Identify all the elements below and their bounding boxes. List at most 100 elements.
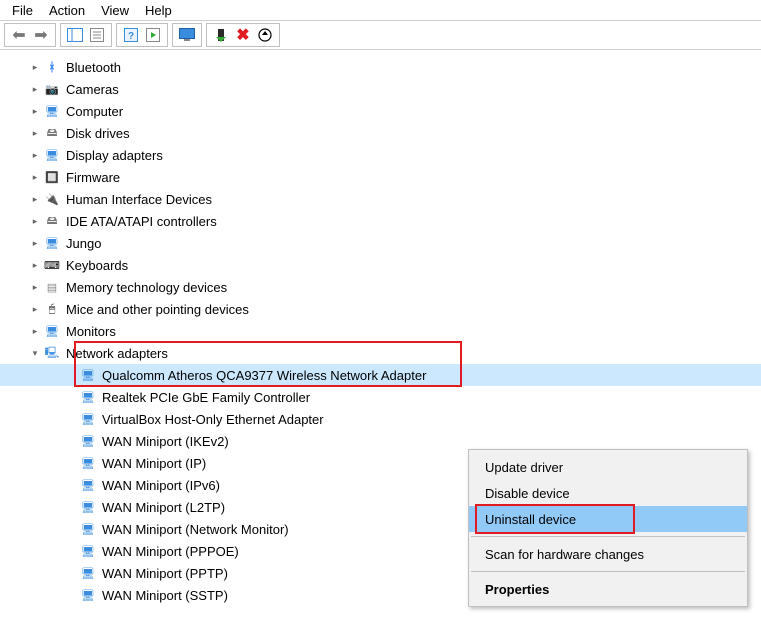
twisty-closed-icon[interactable]: ▸ — [28, 126, 42, 140]
delete-x-icon: ✖ — [236, 25, 249, 45]
arrow-right-icon: ➡ — [34, 25, 47, 45]
ide-icon — [44, 213, 60, 229]
tree-item-label: Jungo — [66, 236, 101, 251]
tree-item-network-adapter[interactable]: Realtek PCIe GbE Family Controller — [0, 386, 761, 408]
tree-category-hid[interactable]: ▸ Human Interface Devices — [0, 188, 761, 210]
tree-item-label: Bluetooth — [66, 60, 121, 75]
context-menu-scan-for-hardware-changes[interactable]: Scan for hardware changes — [469, 541, 747, 567]
jungo-icon — [44, 235, 60, 251]
tree-item-label: Computer — [66, 104, 123, 119]
twisty-closed-icon[interactable]: ▸ — [28, 258, 42, 272]
panel-icon — [67, 28, 83, 42]
menu-view[interactable]: View — [93, 1, 137, 20]
tree-item-label: Mice and other pointing devices — [66, 302, 249, 317]
tree-category-computer[interactable]: ▸ Computer — [0, 100, 761, 122]
context-menu-separator — [471, 536, 745, 537]
context-menu-item-label: Update driver — [485, 460, 563, 475]
tree-item-label: WAN Miniport (SSTP) — [102, 588, 228, 603]
twisty-closed-icon[interactable]: ▸ — [28, 324, 42, 338]
tree-item-label: Network adapters — [66, 346, 168, 361]
help-icon: ? — [124, 28, 138, 42]
update-driver-button[interactable] — [254, 24, 276, 46]
bluetooth-icon: ᚼ — [44, 59, 60, 75]
toolbar: ⬅ ➡ ? ✖ — [0, 20, 761, 50]
context-menu-update-driver[interactable]: Update driver — [469, 454, 747, 480]
tree-item-label: WAN Miniport (IP) — [102, 456, 206, 471]
tree-category-display[interactable]: ▸Display adapters — [0, 144, 761, 166]
twisty-closed-icon[interactable]: ▸ — [28, 236, 42, 250]
network-adapter-icon — [80, 411, 96, 427]
tree-category-bluetooth[interactable]: ▸ᚼ Bluetooth — [0, 56, 761, 78]
hid-icon — [44, 191, 60, 207]
tree-category-ide[interactable]: ▸IDE ATA/ATAPI controllers — [0, 210, 761, 232]
context-menu-item-label: Uninstall device — [485, 512, 576, 527]
arrow-left-icon: ⬅ — [12, 25, 25, 45]
properties-icon — [90, 28, 104, 42]
context-menu-item-label: Scan for hardware changes — [485, 547, 644, 562]
twisty-closed-icon[interactable]: ▸ — [28, 60, 42, 74]
enable-icon — [214, 28, 228, 42]
tree-item-label: WAN Miniport (PPTP) — [102, 566, 228, 581]
tree-category-mice[interactable]: ▸ Mice and other pointing devices — [0, 298, 761, 320]
update-circle-icon — [258, 28, 272, 42]
context-menu-disable-device[interactable]: Disable device — [469, 480, 747, 506]
menu-help[interactable]: Help — [137, 1, 180, 20]
tree-item-label: WAN Miniport (PPPOE) — [102, 544, 239, 559]
scan-hardware-button[interactable] — [176, 24, 198, 46]
twisty-closed-icon[interactable]: ▸ — [28, 170, 42, 184]
help-button[interactable]: ? — [120, 24, 142, 46]
network-adapter-icon — [80, 521, 96, 537]
tree-item-network-adapter[interactable]: Qualcomm Atheros QCA9377 Wireless Networ… — [0, 364, 761, 386]
tree-item-label: Qualcomm Atheros QCA9377 Wireless Networ… — [102, 368, 426, 383]
nav-forward-button[interactable]: ➡ — [30, 24, 52, 46]
twisty-open-icon[interactable]: ▾ — [28, 346, 42, 360]
network-adapter-icon — [80, 455, 96, 471]
tree-category-memory[interactable]: ▸Memory technology devices — [0, 276, 761, 298]
enable-device-button[interactable] — [210, 24, 232, 46]
twisty-closed-icon[interactable]: ▸ — [28, 192, 42, 206]
network-adapter-icon — [80, 587, 96, 603]
show-hide-console-tree-button[interactable] — [64, 24, 86, 46]
tree-category-jungo[interactable]: ▸ Jungo — [0, 232, 761, 254]
network-adapter-icon — [80, 367, 96, 383]
uninstall-device-button[interactable]: ✖ — [232, 24, 254, 46]
tree-item-label: WAN Miniport (IKEv2) — [102, 434, 229, 449]
cameras-icon — [44, 81, 60, 97]
tree-item-label: Keyboards — [66, 258, 128, 273]
action-button[interactable] — [142, 24, 164, 46]
context-menu: Update driver Disable device Uninstall dev… — [468, 449, 748, 607]
tree-item-label: Human Interface Devices — [66, 192, 212, 207]
twisty-closed-icon[interactable]: ▸ — [28, 148, 42, 162]
tree-category-disk[interactable]: ▸ Disk drives — [0, 122, 761, 144]
tree-category-monitors[interactable]: ▸Monitors — [0, 320, 761, 342]
twisty-closed-icon[interactable]: ▸ — [28, 280, 42, 294]
context-menu-properties[interactable]: Properties — [469, 576, 747, 602]
twisty-closed-icon[interactable]: ▸ — [28, 214, 42, 228]
mice-icon — [44, 301, 60, 317]
tree-item-label: Cameras — [66, 82, 119, 97]
twisty-closed-icon[interactable]: ▸ — [28, 302, 42, 316]
tree-item-label: WAN Miniport (Network Monitor) — [102, 522, 289, 537]
network-adapter-icon — [80, 389, 96, 405]
twisty-closed-icon[interactable]: ▸ — [28, 104, 42, 118]
tree-item-label: Disk drives — [66, 126, 130, 141]
context-menu-uninstall-device[interactable]: Uninstall device — [469, 506, 747, 532]
tree-category-network-adapters[interactable]: ▾ Network adapters — [0, 342, 761, 364]
properties-button[interactable] — [86, 24, 108, 46]
tree-category-cameras[interactable]: ▸ Cameras — [0, 78, 761, 100]
tree-category-keyboards[interactable]: ▸ Keyboards — [0, 254, 761, 276]
menu-action[interactable]: Action — [41, 1, 93, 20]
tree-item-network-adapter[interactable]: VirtualBox Host-Only Ethernet Adapter — [0, 408, 761, 430]
scan-monitor-icon — [179, 28, 195, 42]
firmware-icon — [44, 169, 60, 185]
device-tree: ▸ᚼBluetooth▸Cameras▸Computer▸Disk drives… — [0, 50, 761, 631]
menu-file[interactable]: File — [4, 1, 41, 20]
tree-category-firmware[interactable]: ▸Firmware — [0, 166, 761, 188]
twisty-closed-icon[interactable]: ▸ — [28, 82, 42, 96]
nav-back-button[interactable]: ⬅ — [8, 24, 30, 46]
context-menu-item-label: Properties — [485, 582, 549, 597]
tree-item-label: WAN Miniport (IPv6) — [102, 478, 220, 493]
network-adapter-icon — [80, 499, 96, 515]
tree-item-label: Realtek PCIe GbE Family Controller — [102, 390, 310, 405]
disk-icon — [44, 125, 60, 141]
